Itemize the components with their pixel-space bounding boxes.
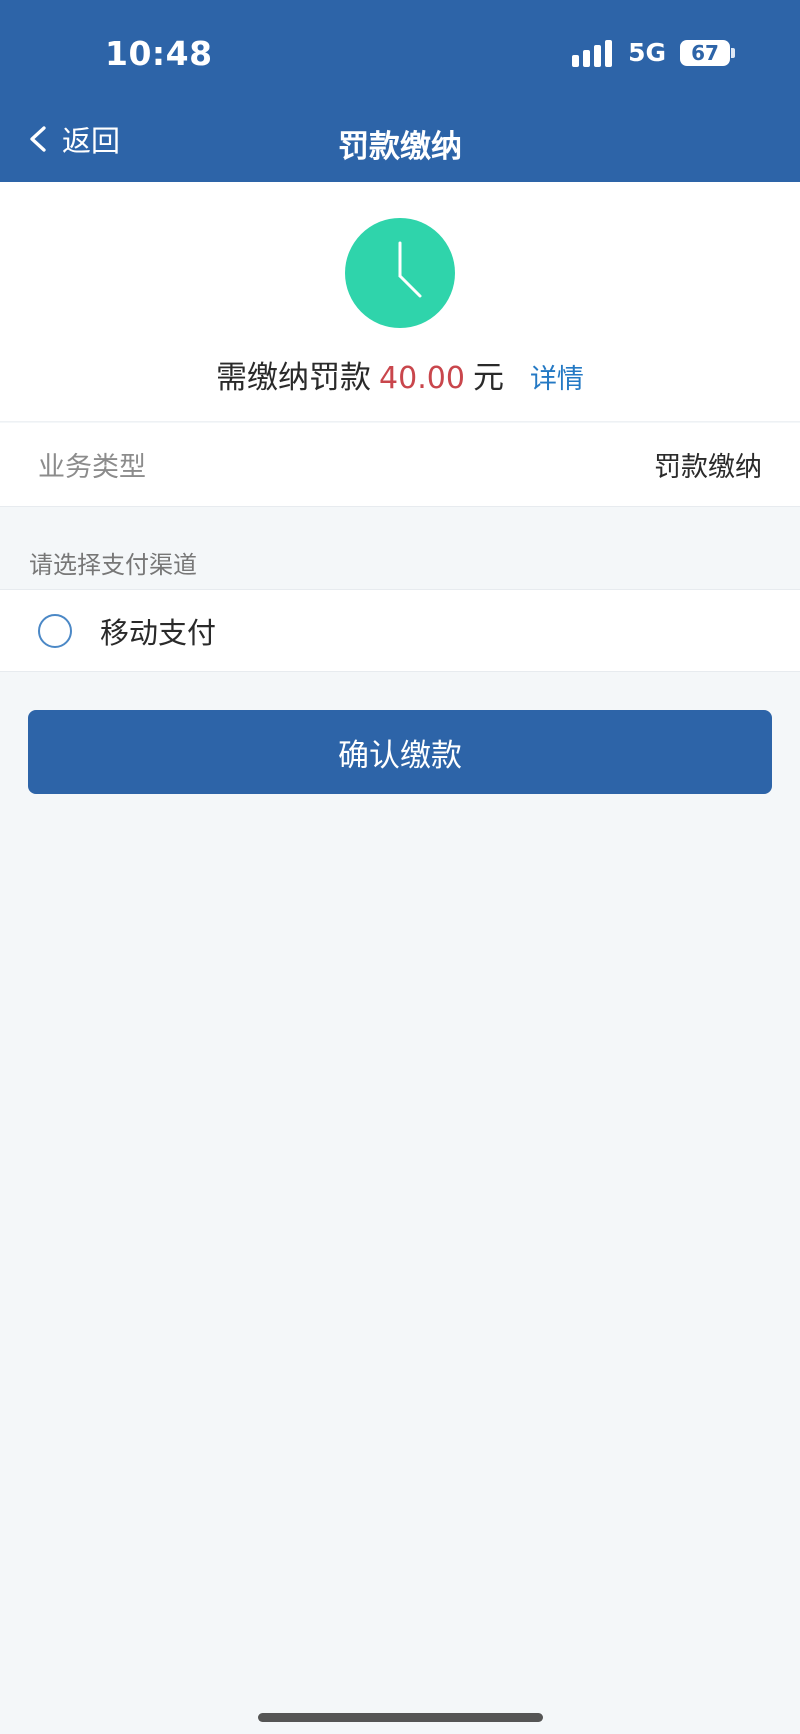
fine-prefix: 需缴纳罚款 bbox=[216, 360, 372, 396]
signal-icon bbox=[572, 39, 614, 67]
mobile-payment-label: 移动支付 bbox=[100, 615, 217, 650]
business-type-label: 业务类型 bbox=[38, 452, 146, 483]
business-type-value: 罚款缴纳 bbox=[654, 452, 762, 483]
fine-amount-line: 需缴纳罚款 40.00 元 详情 bbox=[0, 352, 800, 397]
payment-channel-label: 请选择支付渠道 bbox=[29, 551, 197, 579]
fine-unit: 元 bbox=[472, 360, 504, 396]
status-icons: 5G 67 bbox=[572, 38, 735, 67]
details-link[interactable]: 详情 bbox=[530, 357, 584, 396]
business-type-row: 业务类型 罚款缴纳 bbox=[0, 423, 800, 507]
status-time: 10:48 bbox=[105, 34, 213, 73]
clock-icon bbox=[345, 218, 455, 328]
radio-button-icon[interactable] bbox=[38, 613, 72, 648]
confirm-payment-button[interactable]: 确认缴款 bbox=[28, 710, 772, 794]
network-type: 5G bbox=[628, 38, 666, 67]
mobile-payment-option[interactable]: 移动支付 bbox=[0, 589, 800, 672]
page-title: 罚款缴纳 bbox=[338, 129, 462, 165]
fine-amount: 40.00 bbox=[379, 361, 465, 396]
app-header: 10:48 5G 67 返回 罚款缴纳 bbox=[0, 0, 800, 182]
home-indicator bbox=[258, 1713, 543, 1722]
battery-icon: 67 bbox=[680, 39, 735, 66]
